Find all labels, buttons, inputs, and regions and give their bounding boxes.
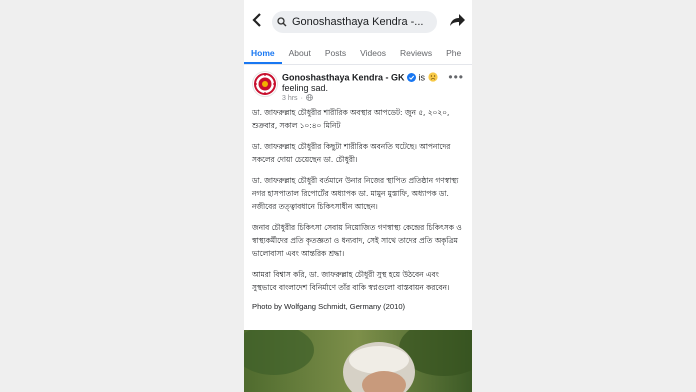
tab-about[interactable]: About [282, 44, 318, 64]
post-paragraph: ডা. জাফরুল্লাহ চৌধুরীর কিছুটা শারীরিক অব… [252, 142, 451, 164]
post-body: ডা. জাফরুল্লাহ চৌধুরীর শারীরিক অবস্থার আ… [244, 104, 472, 311]
post-paragraph: ডা. জাফরুল্লাহ চৌধুরীর শারীরিক অবস্থার আ… [252, 108, 450, 130]
tab-posts[interactable]: Posts [318, 44, 353, 64]
feeling-text: feeling sad. [282, 83, 329, 93]
verified-icon [407, 72, 417, 84]
tab-photos[interactable]: Phe [439, 44, 468, 64]
top-bar: Gonoshasthaya Kendra -... [244, 0, 472, 42]
phone-screen: Gonoshasthaya Kendra -... Home About Pos… [244, 0, 472, 392]
post-time[interactable]: 3 hrs [282, 95, 298, 102]
is-word: is [418, 72, 426, 83]
meta-dot: · [300, 95, 303, 102]
post-paragraph: ডা. জাফরুল্লাহ চৌধুরী বর্তমানে উনার নিজে… [252, 176, 459, 211]
tab-videos[interactable]: Videos [353, 44, 393, 64]
post-paragraph: আমরা বিশ্বাস করি, ডা. জাফরুল্লাহ চৌধুরী … [252, 270, 450, 292]
search-query: Gonoshasthaya Kendra -... [292, 16, 424, 28]
back-arrow-icon[interactable] [244, 0, 270, 42]
tab-reviews[interactable]: Reviews [393, 44, 439, 64]
share-icon[interactable] [448, 11, 466, 31]
post-photo[interactable] [244, 330, 472, 392]
sad-emoji-icon [427, 72, 438, 84]
page-tabs: Home About Posts Videos Reviews Phe [244, 44, 472, 65]
tab-home[interactable]: Home [244, 44, 282, 64]
page-name[interactable]: Gonoshasthaya Kendra - GK [282, 72, 405, 82]
globe-icon [306, 94, 313, 103]
search-icon [272, 17, 292, 27]
search-input[interactable]: Gonoshasthaya Kendra -... [272, 11, 437, 33]
post-meta: 3 hrs · [282, 94, 313, 103]
post: Gonoshasthaya Kendra - GK is feeling sad… [244, 66, 472, 311]
logo-icon[interactable] [252, 71, 278, 97]
post-paragraph: জনাব চৌধুরীর চিকিৎসা সেবায় নিয়োজিত গণস… [252, 223, 462, 258]
more-icon[interactable]: ••• [448, 70, 464, 84]
photo-credit: Photo by Wolfgang Schmidt, Germany (2010… [252, 302, 406, 311]
post-header: Gonoshasthaya Kendra - GK is feeling sad… [244, 66, 472, 104]
